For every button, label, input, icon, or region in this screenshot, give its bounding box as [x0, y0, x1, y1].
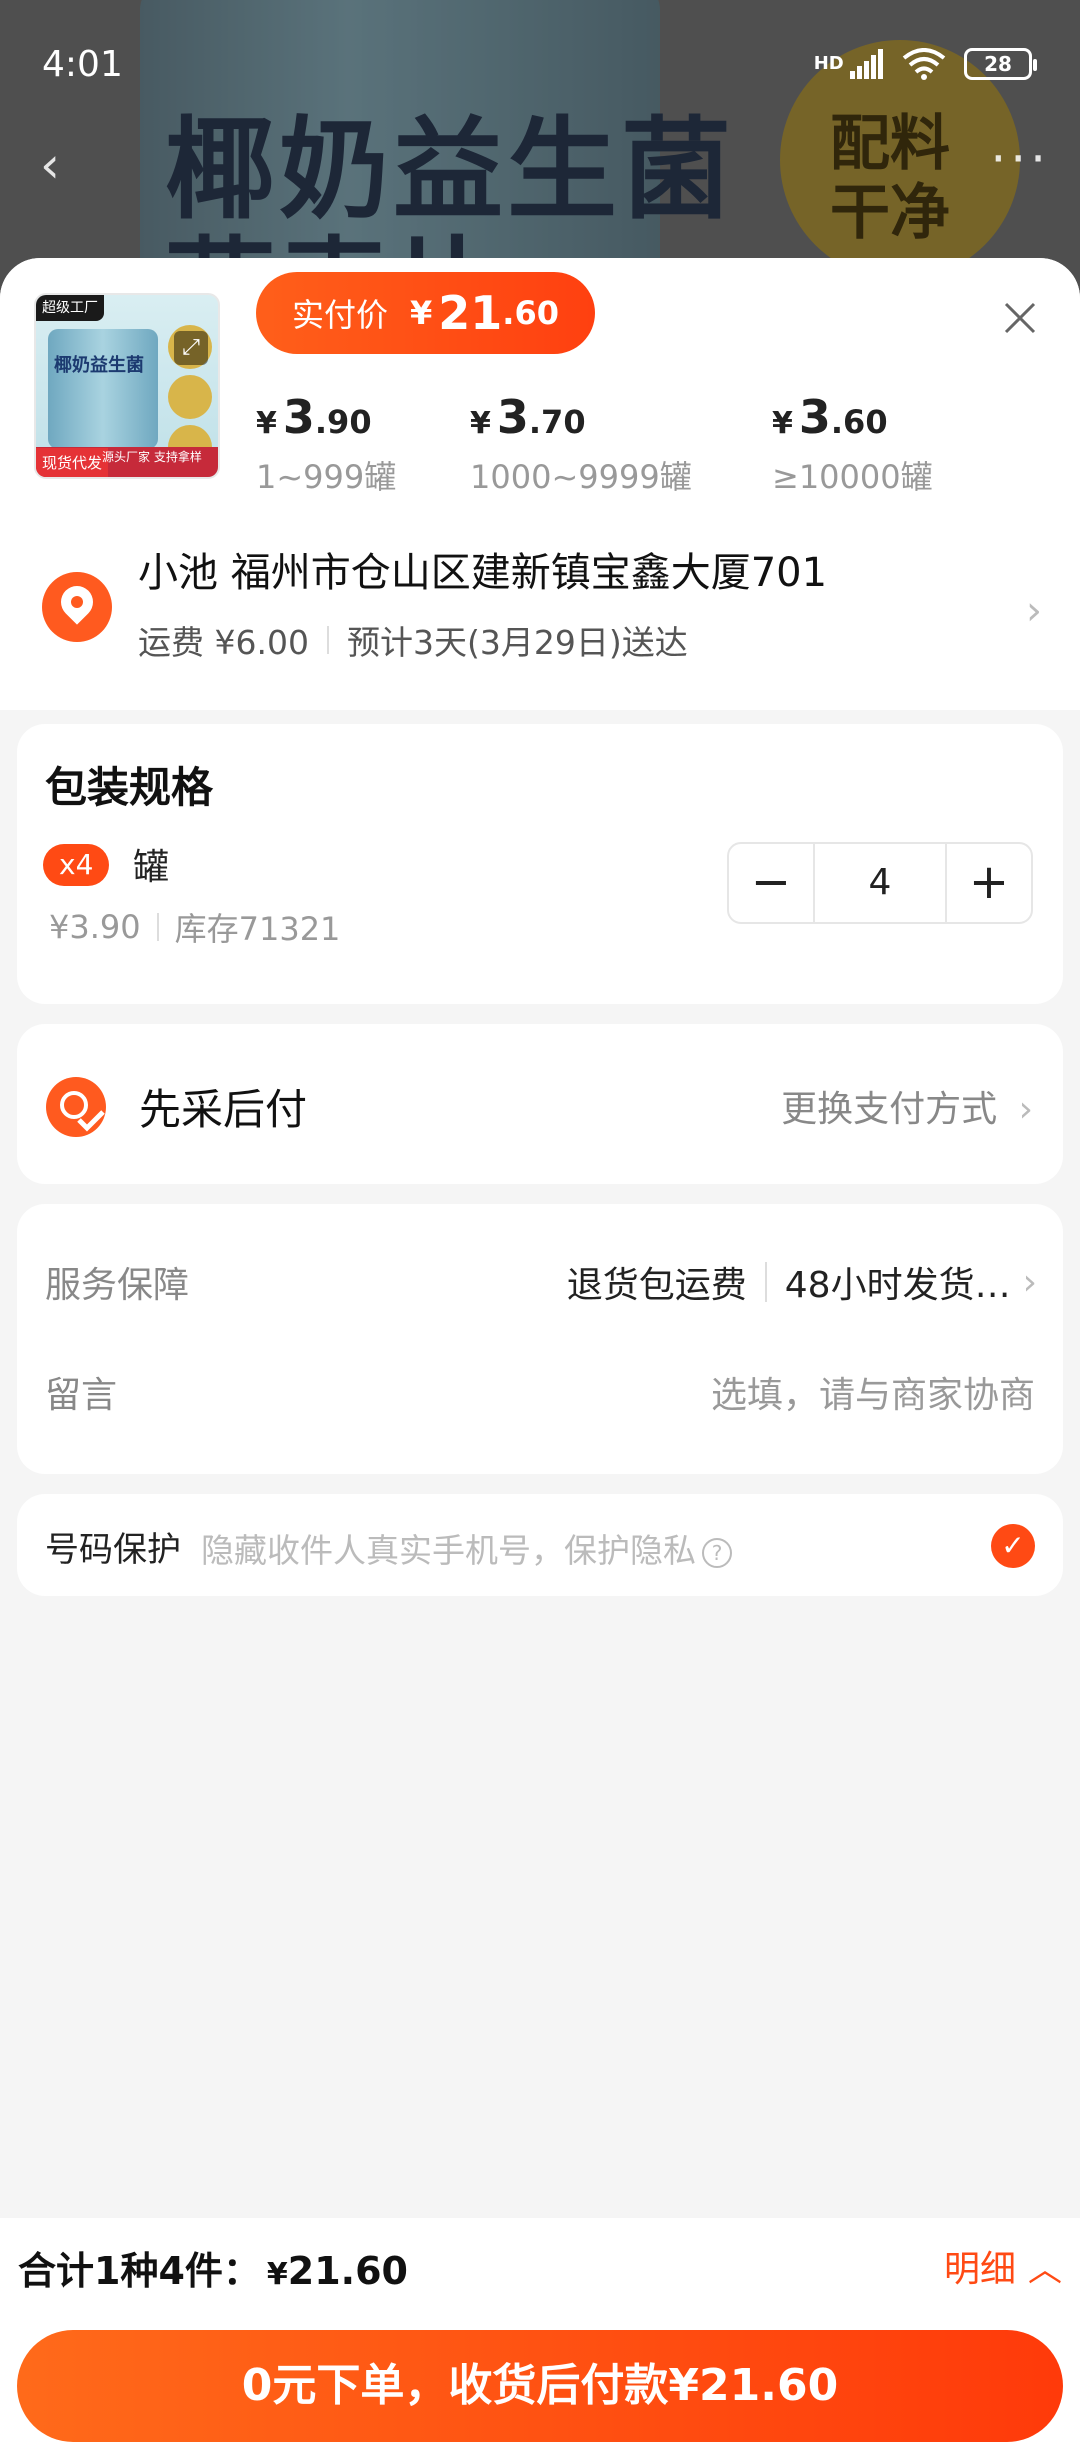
- tier-price-decimal: .70: [528, 403, 586, 441]
- tier-price-integer: 3: [496, 390, 529, 444]
- service-label: 服务保障: [45, 1265, 190, 1306]
- factory-badge: 超级工厂: [36, 295, 104, 321]
- delivery-estimate: 预计3天(3月29日)送达: [346, 623, 688, 662]
- tier-price-integer: 3: [798, 390, 831, 444]
- privacy-card: 号码保护 隐藏收件人真实手机号，保护隐私? ✓: [17, 1494, 1063, 1596]
- privacy-label: 号码保护: [45, 1530, 181, 1570]
- spec-card: 包装规格 x4 罐 ¥3.90 库存71321 − 4 +: [17, 724, 1063, 1004]
- pack-size-tag: x4: [43, 844, 110, 886]
- expand-icon[interactable]: ⤢: [174, 331, 208, 365]
- price-tier: ¥ 3 .90 1~999罐: [256, 390, 396, 498]
- help-icon[interactable]: ?: [702, 1537, 732, 1568]
- note-label: 留言: [45, 1375, 118, 1416]
- service-free-return: 退货包运费: [566, 1265, 747, 1306]
- tier-range: 1000~9999罐: [470, 458, 692, 496]
- spec-title: 包装规格: [45, 763, 214, 812]
- pay-later-icon: [46, 1077, 106, 1137]
- more-icon: ···: [990, 130, 1050, 188]
- increase-button[interactable]: +: [947, 844, 1031, 922]
- thumbnail-seal: [168, 375, 212, 419]
- address-row[interactable]: 小池 福州市仓山区建新镇宝鑫大厦701 运费 ¥6.00 预计3天(3月29日)…: [0, 510, 1080, 710]
- price-decimal: .60: [502, 294, 559, 332]
- spec-meta: ¥3.90 库存71321: [49, 904, 340, 950]
- tier-price-decimal: .90: [314, 403, 372, 441]
- chevron-right-icon: ›: [1018, 1089, 1033, 1130]
- status-time: 4:01: [42, 44, 123, 85]
- note-input[interactable]: 选填，请与商家协商: [711, 1366, 1035, 1418]
- order-total: 合计1种4件： ¥21.60: [18, 2249, 408, 2293]
- wifi-icon: [902, 48, 946, 80]
- tier-currency: ¥: [256, 406, 277, 441]
- detail-toggle[interactable]: 明细 ︿: [944, 2240, 1062, 2292]
- checkout-footer: 合计1种4件： ¥21.60 明细 ︿ 0元下单，收货后付款¥21.60: [0, 2218, 1080, 2460]
- decrease-button[interactable]: −: [729, 844, 813, 922]
- divider: [326, 626, 329, 654]
- chevron-up-icon: ︿: [1028, 2250, 1062, 2290]
- back-icon: ‹: [40, 136, 60, 194]
- quantity-stepper: − 4 +: [727, 842, 1033, 924]
- payment-method-title: 先采后付: [139, 1085, 308, 1134]
- change-payment-link[interactable]: 更换支付方式 ›: [781, 1080, 1033, 1132]
- order-sheet: 椰奶益生菌 超级工厂 ⤢ 现货代发 源头厂家 支持拿样 实付价 ¥ 21 .60…: [0, 258, 1080, 2460]
- chevron-right-icon: ›: [1026, 588, 1042, 634]
- service-shipping-time: 48小时发货…: [784, 1265, 1011, 1306]
- battery-icon: 28: [964, 48, 1037, 80]
- privacy-description: 隐藏收件人真实手机号，保护隐私?: [201, 1524, 732, 1572]
- close-icon[interactable]: [1000, 298, 1040, 338]
- divider: [764, 1262, 767, 1302]
- price-tier: ¥ 3 .70 1000~9999罐: [470, 390, 692, 498]
- address-text: 小池 福州市仓山区建新镇宝鑫大厦701: [138, 550, 828, 596]
- actual-price-pill: 实付价 ¥ 21 .60: [256, 272, 595, 354]
- divider: [156, 913, 159, 941]
- service-card: 服务保障 退货包运费 48小时发货… › 留言 选填，请与商家协商: [17, 1204, 1063, 1474]
- submit-order-button[interactable]: 0元下单，收货后付款¥21.60: [17, 2330, 1063, 2442]
- tier-price-integer: 3: [282, 390, 315, 444]
- tier-currency: ¥: [772, 406, 793, 441]
- price-integer: 21: [438, 286, 503, 340]
- price-tier: ¥ 3 .60 ≥10000罐: [772, 390, 933, 498]
- background-nav: ‹ ···: [0, 130, 1080, 210]
- tier-range: 1~999罐: [256, 458, 397, 496]
- spec-unit: 罐: [133, 847, 170, 888]
- service-guarantee-row[interactable]: 退货包运费 48小时发货… ›: [567, 1256, 1037, 1308]
- location-pin-icon: [42, 572, 112, 642]
- status-icons: HD 28: [814, 48, 1037, 80]
- thumbnail-can: [48, 329, 158, 449]
- chevron-right-icon: ›: [1022, 1261, 1037, 1303]
- tier-price-decimal: .60: [830, 403, 888, 441]
- tier-currency: ¥: [470, 406, 491, 441]
- stock-count: 库存71321: [174, 910, 341, 948]
- shipping-fee: 运费 ¥6.00: [138, 623, 309, 662]
- price-label: 实付价: [292, 296, 389, 334]
- thumbnail-product-name: 椰奶益生菌: [54, 355, 144, 376]
- price-currency: ¥: [410, 294, 433, 332]
- quantity-input[interactable]: 4: [813, 844, 947, 922]
- tier-range: ≥10000罐: [772, 458, 933, 496]
- unit-price: ¥3.90: [49, 908, 141, 946]
- sheet-header: 椰奶益生菌 超级工厂 ⤢ 现货代发 源头厂家 支持拿样 实付价 ¥ 21 .60…: [0, 258, 1080, 510]
- privacy-checkbox[interactable]: ✓: [991, 1524, 1035, 1568]
- thumbnail-caption: 源头厂家 支持拿样: [102, 450, 202, 464]
- stock-tag: 现货代发: [36, 448, 109, 477]
- status-bar: 4:01 HD 28: [0, 0, 1080, 130]
- address-meta: 运费 ¥6.00 预计3天(3月29日)送达: [138, 616, 688, 664]
- signal-icon: HD: [814, 49, 884, 79]
- product-thumbnail[interactable]: 椰奶益生菌 超级工厂 ⤢ 现货代发 源头厂家 支持拿样: [34, 293, 220, 479]
- payment-card[interactable]: 先采后付 更换支付方式 ›: [17, 1024, 1063, 1184]
